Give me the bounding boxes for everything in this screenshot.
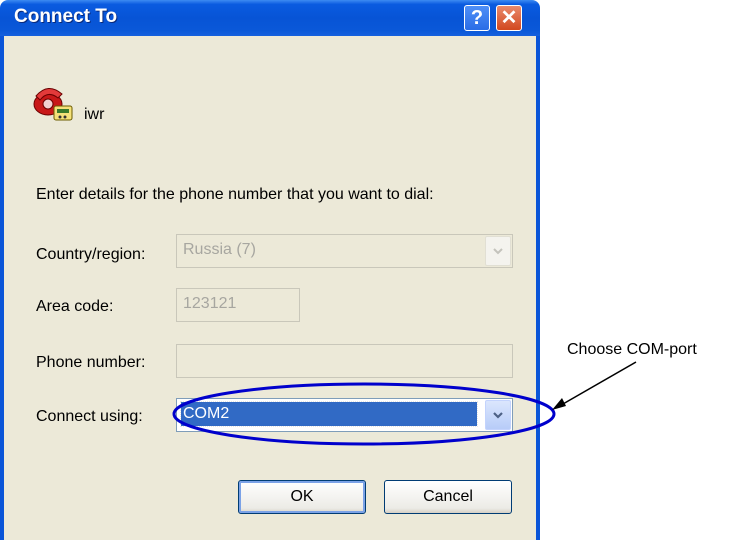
- phone-connection-icon: [33, 88, 73, 121]
- chevron-down-icon: [493, 412, 503, 419]
- country-select[interactable]: Russia (7): [176, 234, 513, 268]
- ok-button[interactable]: OK: [238, 480, 366, 514]
- connect-using-select[interactable]: COM2: [176, 398, 513, 432]
- phone-number-label: Phone number:: [36, 354, 146, 371]
- close-button[interactable]: ✕: [496, 5, 522, 31]
- help-icon: ?: [470, 7, 484, 29]
- title-bar[interactable]: Connect To ? ✕: [0, 0, 540, 36]
- country-value: Russia (7): [183, 241, 256, 258]
- connect-to-dialog: Connect To ? ✕ iwr Enter details for the…: [0, 0, 540, 540]
- phone-number-input[interactable]: [176, 344, 513, 378]
- connect-using-value: COM2: [180, 401, 478, 427]
- country-dropdown-button[interactable]: [485, 236, 511, 266]
- area-code-input[interactable]: 123121: [176, 288, 300, 322]
- close-icon: ✕: [500, 7, 518, 29]
- connect-using-dropdown-button[interactable]: [485, 400, 511, 430]
- help-button[interactable]: ?: [464, 5, 490, 31]
- country-label: Country/region:: [36, 246, 146, 263]
- area-code-label: Area code:: [36, 298, 114, 315]
- chevron-down-icon: [493, 248, 503, 255]
- annotation-label: Choose COM-port: [567, 341, 697, 358]
- window-title: Connect To: [14, 6, 118, 27]
- cancel-button[interactable]: Cancel: [384, 480, 512, 514]
- area-code-value: 123121: [183, 295, 237, 312]
- connect-using-label: Connect using:: [36, 408, 143, 425]
- connection-name: iwr: [84, 106, 105, 123]
- annotation-arrow: [555, 361, 637, 409]
- dial-prompt: Enter details for the phone number that …: [36, 186, 434, 203]
- arrow-head-icon: [552, 398, 566, 410]
- window-frame-right: [536, 36, 540, 540]
